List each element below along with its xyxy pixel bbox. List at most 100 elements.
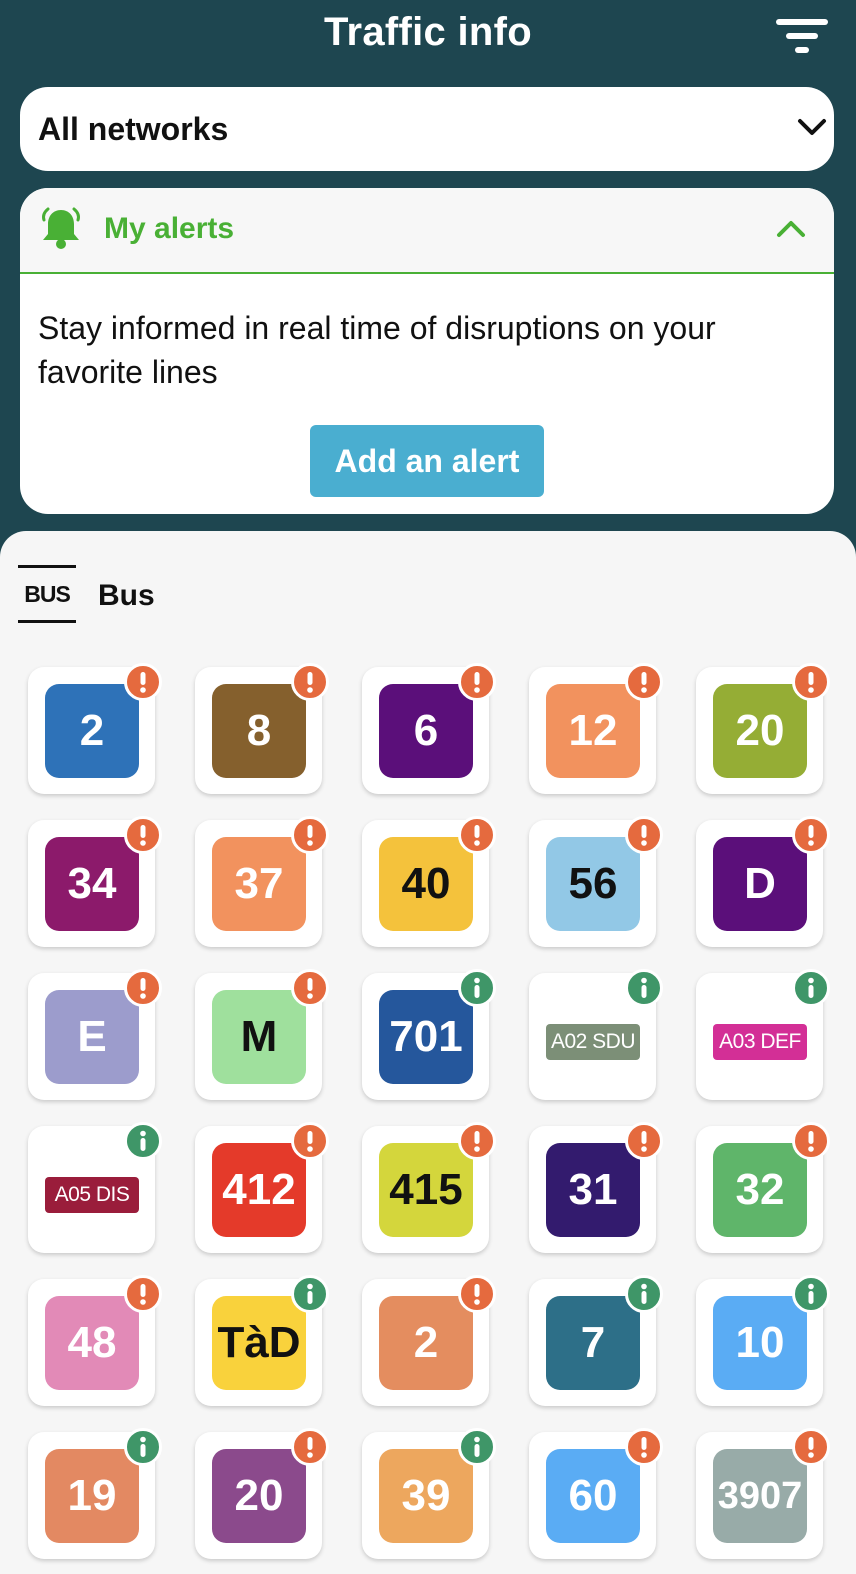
line-badge: 31 <box>546 1143 640 1237</box>
disruption-alert-icon <box>458 1122 496 1160</box>
line-badge: M <box>212 990 306 1084</box>
line-badge: 10 <box>713 1296 807 1390</box>
line-tile[interactable]: A05 DIS <box>28 1122 162 1253</box>
info-icon <box>124 1428 162 1466</box>
disruption-alert-icon <box>291 969 329 1007</box>
line-tile[interactable]: D <box>696 816 830 947</box>
network-select[interactable]: All networks <box>20 87 834 171</box>
line-badge: 415 <box>379 1143 473 1237</box>
line-tile[interactable]: 7 <box>529 1275 663 1406</box>
info-icon <box>458 969 496 1007</box>
line-badge: 8 <box>212 684 306 778</box>
lines-panel: BUS Bus 2 8 6 12 20 34 37 40 56 D E M 701 A02 SDU A03 … <box>0 531 856 1574</box>
disruption-alert-icon <box>291 1122 329 1160</box>
line-tile[interactable]: 2 <box>362 1275 496 1406</box>
line-tile[interactable]: 6 <box>362 663 496 794</box>
line-badge: 3907 <box>713 1449 807 1543</box>
info-icon <box>625 969 663 1007</box>
alerts-header[interactable]: My alerts <box>20 188 834 274</box>
info-icon <box>458 1428 496 1466</box>
disruption-alert-icon <box>625 1428 663 1466</box>
line-badge: TàD <box>212 1296 306 1390</box>
line-tile[interactable]: 19 <box>28 1428 162 1559</box>
disruption-alert-icon <box>458 663 496 701</box>
line-tile[interactable]: 39 <box>362 1428 496 1559</box>
line-tile[interactable]: 3907 <box>696 1428 830 1559</box>
disruption-alert-icon <box>458 1275 496 1313</box>
disruption-alert-icon <box>625 663 663 701</box>
line-tile[interactable]: 2 <box>28 663 162 794</box>
line-tile[interactable]: 31 <box>529 1122 663 1253</box>
line-badge: 2 <box>45 684 139 778</box>
disruption-alert-icon <box>291 816 329 854</box>
disruption-alert-icon <box>792 1122 830 1160</box>
info-icon <box>792 969 830 1007</box>
line-badge: 39 <box>379 1449 473 1543</box>
line-tile[interactable]: A02 SDU <box>529 969 663 1100</box>
info-icon <box>124 1122 162 1160</box>
tab-bus-label: Bus <box>98 579 155 612</box>
line-badge: A03 DEF <box>713 1024 807 1060</box>
line-badge: 6 <box>379 684 473 778</box>
line-tile[interactable]: 10 <box>696 1275 830 1406</box>
line-tile[interactable]: TàD <box>195 1275 329 1406</box>
line-tile[interactable]: 37 <box>195 816 329 947</box>
filter-icon[interactable] <box>776 16 828 56</box>
line-tile[interactable]: 20 <box>696 663 830 794</box>
disruption-alert-icon <box>792 816 830 854</box>
line-badge: 20 <box>713 684 807 778</box>
info-icon <box>625 1275 663 1313</box>
line-tile[interactable]: 8 <box>195 663 329 794</box>
line-tile[interactable]: 701 <box>362 969 496 1100</box>
header: Traffic info <box>0 0 856 72</box>
line-badge: 412 <box>212 1143 306 1237</box>
alerts-card: My alerts Stay informed in real time of … <box>20 188 834 514</box>
line-badge: 32 <box>713 1143 807 1237</box>
page-title: Traffic info <box>323 10 533 54</box>
disruption-alert-icon <box>792 1428 830 1466</box>
line-tile[interactable]: 48 <box>28 1275 162 1406</box>
disruption-alert-icon <box>124 1275 162 1313</box>
chevron-down-icon <box>798 119 826 135</box>
disruption-alert-icon <box>625 1122 663 1160</box>
line-badge: 701 <box>379 990 473 1084</box>
disruption-alert-icon <box>124 969 162 1007</box>
disruption-alert-icon <box>458 816 496 854</box>
info-icon <box>792 1275 830 1313</box>
disruption-alert-icon <box>124 816 162 854</box>
line-tile[interactable]: E <box>28 969 162 1100</box>
line-tile[interactable]: 60 <box>529 1428 663 1559</box>
line-badge: 37 <box>212 837 306 931</box>
line-badge: A05 DIS <box>45 1177 139 1213</box>
line-tile[interactable]: M <box>195 969 329 1100</box>
line-tile[interactable]: 34 <box>28 816 162 947</box>
line-badge: 20 <box>212 1449 306 1543</box>
bell-icon <box>42 207 80 249</box>
line-badge: D <box>713 837 807 931</box>
line-badge: 40 <box>379 837 473 931</box>
line-tile[interactable]: 56 <box>529 816 663 947</box>
line-badge: 60 <box>546 1449 640 1543</box>
disruption-alert-icon <box>124 663 162 701</box>
line-tile[interactable]: A03 DEF <box>696 969 830 1100</box>
line-badge: 19 <box>45 1449 139 1543</box>
add-alert-button[interactable]: Add an alert <box>310 425 544 497</box>
line-tile[interactable]: 415 <box>362 1122 496 1253</box>
line-badge: A02 SDU <box>546 1024 640 1060</box>
alerts-title: My alerts <box>104 212 235 245</box>
line-tile[interactable]: 12 <box>529 663 663 794</box>
line-tile[interactable]: 412 <box>195 1122 329 1253</box>
line-tile[interactable]: 20 <box>195 1428 329 1559</box>
network-select-value: All networks <box>38 111 229 147</box>
lines-grid: 2 8 6 12 20 34 37 40 56 D E M 701 A02 SDU A03 DEF A05 D… <box>28 663 838 1559</box>
disruption-alert-icon <box>792 663 830 701</box>
chevron-up-icon[interactable] <box>774 216 808 240</box>
line-badge: 34 <box>45 837 139 931</box>
line-tile[interactable]: 40 <box>362 816 496 947</box>
line-badge: 48 <box>45 1296 139 1390</box>
line-badge: 56 <box>546 837 640 931</box>
line-tile[interactable]: 32 <box>696 1122 830 1253</box>
bus-icon: BUS <box>18 565 76 623</box>
line-badge: 2 <box>379 1296 473 1390</box>
info-icon <box>291 1275 329 1313</box>
